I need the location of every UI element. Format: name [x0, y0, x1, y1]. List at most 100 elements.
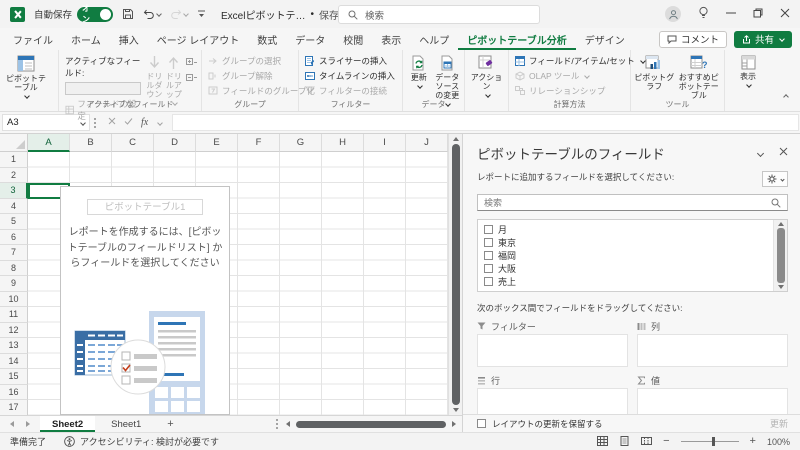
fields-search-input[interactable]: 検索	[477, 194, 788, 211]
scroll-down-arrow[interactable]	[452, 408, 459, 412]
refresh-button[interactable]: 更新	[405, 52, 433, 89]
fields-items-sets-button[interactable]: フィールド/アイテム/セット	[511, 54, 649, 67]
tab-page-layout[interactable]: ページ レイアウト	[148, 28, 249, 50]
column-header-G[interactable]: G	[280, 134, 322, 152]
field-item-osaka[interactable]: 大阪	[484, 262, 769, 275]
tab-home[interactable]: ホーム	[62, 28, 110, 50]
search-box[interactable]: 検索	[338, 5, 540, 24]
row-header-3[interactable]: 3	[0, 183, 28, 199]
columns-dropzone[interactable]	[637, 334, 788, 367]
relationships-button[interactable]: リレーションシップ	[511, 84, 609, 97]
tab-review[interactable]: 校閲	[334, 28, 372, 50]
lightbulb-icon[interactable]	[698, 6, 709, 22]
row-header-17[interactable]: 17	[0, 400, 28, 415]
field-item-tokyo[interactable]: 東京	[484, 236, 769, 249]
account-avatar[interactable]	[665, 6, 681, 22]
autosave-toggle[interactable]: 自動保存 オン	[34, 4, 114, 24]
olap-tools-button[interactable]: OLAP ツール	[511, 69, 593, 82]
document-title[interactable]: Excelピボットテ…	[221, 7, 305, 22]
redo-button[interactable]	[170, 9, 189, 20]
recommended-pivottables-button[interactable]: ? おすすめピボットテーブル	[676, 52, 722, 100]
change-data-source-button[interactable]: データソースの変更	[433, 52, 462, 107]
page-break-preview-icon[interactable]	[641, 436, 653, 448]
ungroup-button[interactable]: グループ解除	[204, 69, 277, 82]
column-header-E[interactable]: E	[196, 134, 238, 152]
row-header-11[interactable]: 11	[0, 307, 28, 323]
field-list-scroll-up[interactable]	[777, 222, 784, 226]
column-header-C[interactable]: C	[112, 134, 154, 152]
row-header-13[interactable]: 13	[0, 338, 28, 354]
row-header-8[interactable]: 8	[0, 260, 28, 276]
sheet-tab-sheet1[interactable]: Sheet1	[99, 416, 153, 432]
autosave-switch[interactable]: オン	[77, 4, 114, 24]
defer-layout-checkbox[interactable]	[477, 419, 486, 428]
checkbox-sales[interactable]	[484, 277, 493, 286]
scroll-right-arrow[interactable]	[452, 421, 456, 427]
row-header-7[interactable]: 7	[0, 245, 28, 261]
row-header-1[interactable]: 1	[0, 152, 28, 168]
zoom-in-button[interactable]: +	[750, 436, 756, 447]
column-header-D[interactable]: D	[154, 134, 196, 152]
comments-button[interactable]: コメント	[658, 30, 727, 48]
tab-split-handle[interactable]	[276, 419, 278, 429]
zoom-slider-thumb[interactable]	[712, 437, 716, 446]
vertical-scrollbar-thumb[interactable]	[451, 144, 460, 405]
horizontal-scrollbar[interactable]	[276, 419, 456, 429]
column-header-B[interactable]: B	[70, 134, 112, 152]
vertical-scrollbar[interactable]	[448, 134, 462, 415]
row-header-2[interactable]: 2	[0, 167, 28, 183]
show-button[interactable]: 表示	[727, 52, 769, 88]
expand-field-icon[interactable]	[186, 58, 197, 70]
checkbox-fukuoka[interactable]	[484, 251, 493, 260]
field-list-scrollbar[interactable]	[773, 220, 787, 291]
column-header-F[interactable]: F	[238, 134, 280, 152]
checkbox-tokyo[interactable]	[484, 238, 493, 247]
more-tables-link[interactable]: その他のテーブル	[484, 289, 769, 291]
tab-view[interactable]: 表示	[372, 28, 410, 50]
sheet-nav-right-arrow[interactable]	[26, 421, 30, 427]
checkbox-osaka[interactable]	[484, 264, 493, 273]
field-item-sales[interactable]: 売上	[484, 275, 769, 288]
field-item-fukuoka[interactable]: 福岡	[484, 249, 769, 262]
horizontal-scrollbar-thumb[interactable]	[296, 420, 446, 428]
row-header-9[interactable]: 9	[0, 276, 28, 292]
tab-insert[interactable]: 挿入	[110, 28, 148, 50]
zoom-level[interactable]: 100%	[767, 437, 790, 447]
row-header-16[interactable]: 16	[0, 384, 28, 400]
scroll-left-arrow[interactable]	[286, 421, 290, 427]
row-header-4[interactable]: 4	[0, 198, 28, 214]
restore-button[interactable]	[753, 8, 763, 21]
pivotchart-button[interactable]: ピボットグラフ	[633, 52, 676, 91]
row-header-5[interactable]: 5	[0, 214, 28, 230]
drill-up-button[interactable]: ドリルアップ	[164, 52, 184, 106]
minimize-button[interactable]	[726, 8, 736, 21]
page-layout-view-icon[interactable]	[619, 435, 630, 448]
undo-button[interactable]	[143, 9, 162, 20]
checkbox-month[interactable]	[484, 225, 493, 234]
drill-down-button[interactable]: ドリルダウン	[145, 52, 164, 99]
accessibility-status[interactable]: アクセシビリティ: 検討が必要です	[64, 435, 219, 448]
panel-close-icon[interactable]	[779, 147, 788, 159]
tab-help[interactable]: ヘルプ	[410, 28, 458, 50]
share-button[interactable]: 共有	[733, 30, 792, 48]
tab-pivottable-analyze[interactable]: ピボットテーブル分析	[458, 28, 576, 50]
zoom-slider[interactable]	[680, 437, 739, 446]
row-header-6[interactable]: 6	[0, 229, 28, 245]
sheet-tab-sheet2[interactable]: Sheet2	[40, 416, 96, 432]
collapse-field-icon[interactable]	[186, 74, 197, 86]
pivottable-button[interactable]: ピボットテーブル	[4, 52, 48, 99]
column-header-J[interactable]: J	[406, 134, 448, 152]
field-item-month[interactable]: 月	[484, 223, 769, 236]
normal-view-icon[interactable]	[597, 435, 609, 448]
column-header-H[interactable]: H	[322, 134, 364, 152]
field-list-thumb[interactable]	[776, 228, 785, 283]
close-button[interactable]	[780, 8, 790, 21]
toolbar-options-icon[interactable]	[197, 10, 206, 18]
excel-logo-icon[interactable]	[10, 6, 25, 22]
sheet-nav-left-arrow[interactable]	[10, 421, 14, 427]
column-header-I[interactable]: I	[364, 134, 406, 152]
scroll-up-arrow[interactable]	[452, 137, 459, 141]
tab-file[interactable]: ファイル	[4, 28, 62, 50]
row-header-14[interactable]: 14	[0, 353, 28, 369]
actions-button[interactable]: アクション	[467, 52, 506, 98]
